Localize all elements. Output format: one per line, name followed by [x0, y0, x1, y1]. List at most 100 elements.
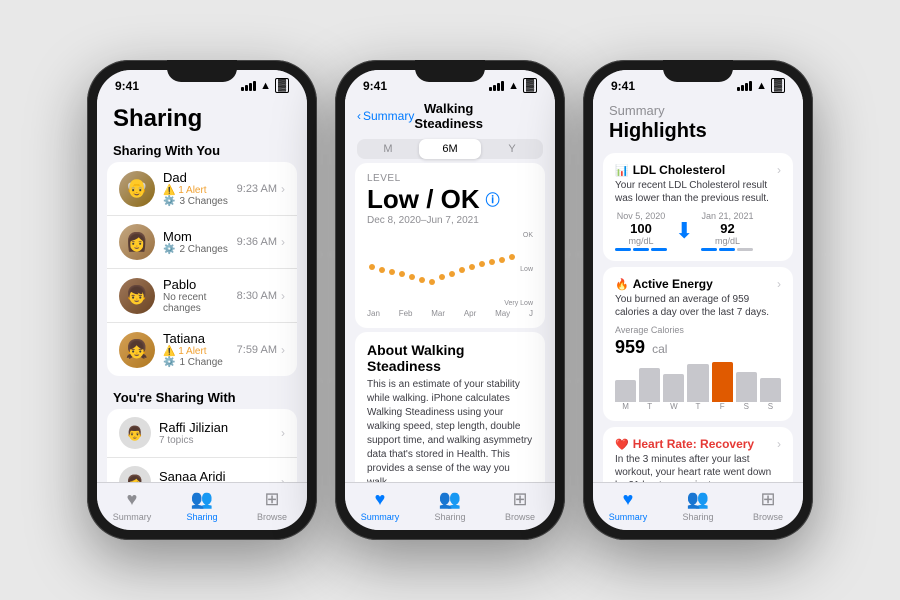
bar-s2 — [760, 378, 781, 402]
tab-sharing-2[interactable]: 👥 Sharing — [415, 489, 485, 522]
x-label-mar: Mar — [431, 309, 445, 318]
browse-tab-icon-3: ⊞ — [760, 489, 775, 510]
sharing-tab-label-2: Sharing — [434, 512, 465, 522]
contact-name-mom: Mom — [163, 229, 237, 244]
signal-bars-3 — [737, 81, 752, 91]
highlight-card-ldl[interactable]: 📊 LDL Cholesterol › Your recent LDL Chol… — [603, 153, 793, 261]
time-btn-y[interactable]: Y — [481, 139, 543, 159]
nav-title-walking: Walking Steadiness — [414, 101, 483, 131]
highlight-card-heart[interactable]: ❤️ Heart Rate: Recovery › In the 3 minut… — [603, 427, 793, 482]
sharing-tab-icon-1: 👥 — [191, 489, 213, 510]
sharing-title: Sharing — [113, 105, 291, 133]
ldl-before: Nov 5, 2020 100 mg/dL — [615, 211, 667, 251]
chevron-raffi: › — [281, 426, 285, 440]
bar-x-labels: M T W T F S S — [615, 402, 781, 411]
tab-bar-1: ♥ Summary 👥 Sharing ⊞ Browse — [97, 482, 307, 530]
chart-label-verylow: Very Low — [504, 300, 533, 307]
calories-value: 959 cal — [615, 337, 781, 358]
tab-sharing-1[interactable]: 👥 Sharing — [167, 489, 237, 522]
bar-t2 — [687, 364, 708, 402]
battery-icon-2: ▓ — [523, 78, 537, 93]
sharing-name-raffi: Raffi Jilizian — [159, 420, 228, 435]
chevron-mom: › — [281, 235, 285, 249]
tab-summary-1[interactable]: ♥ Summary — [97, 489, 167, 522]
ldl-dots-2 — [701, 248, 753, 251]
chart-label-ok: OK — [504, 232, 533, 239]
calories-label: Average Calories — [615, 325, 781, 335]
avatar-mom: 👩 — [119, 224, 155, 260]
wifi-icon-1: ▲ — [260, 80, 271, 92]
avatar-dad: 👴 — [119, 171, 155, 207]
chevron-dad: › — [281, 182, 285, 196]
highlights-title: Highlights — [609, 120, 787, 143]
sharing-tab-label-3: Sharing — [682, 512, 713, 522]
ldl-description: Your recent LDL Cholesterol result was l… — [615, 179, 781, 205]
contact-info-dad: Dad ⚠️ 1 Alert ⚙️ 3 Changes — [163, 170, 237, 207]
energy-card-header: 🔥 Active Energy › — [615, 277, 781, 291]
about-text: This is an estimate of your stability wh… — [367, 378, 533, 482]
energy-bar-chart — [615, 362, 781, 402]
contact-alert-tatiana: ⚠️ 1 Alert — [163, 346, 237, 357]
ldl-card-header: 📊 LDL Cholesterol › — [615, 163, 781, 177]
signal-bars-2 — [489, 81, 504, 91]
phone-screen-summary: 9:41 ▲ ▓ Summary Highlights — [593, 70, 803, 530]
phone2-content: ‹ Summary Walking Steadiness M 6M Y LEVE… — [345, 97, 555, 482]
summary-tab-icon-1: ♥ — [127, 489, 138, 510]
ldl-icon: 📊 — [615, 164, 629, 177]
tab-browse-3[interactable]: ⊞ Browse — [733, 489, 803, 522]
battery-icon-3: ▓ — [771, 78, 785, 93]
chart-x-labels: Jan Feb Mar Apr May J — [367, 309, 533, 318]
contact-dad[interactable]: 👴 Dad ⚠️ 1 Alert ⚙️ 3 Changes 9:23 AM — [107, 162, 297, 216]
sharing-header: Sharing — [97, 97, 307, 137]
level-label: LEVEL — [367, 173, 533, 184]
x-label-j: J — [529, 309, 533, 318]
contact-name-pablo: Pablo — [163, 277, 237, 292]
sharing-with-you-title: Sharing With You — [97, 137, 307, 162]
heart-title: ❤️ Heart Rate: Recovery — [615, 437, 754, 451]
contact-changes-dad: ⚙️ 3 Changes — [163, 196, 237, 207]
bar-label-s1: S — [736, 402, 757, 411]
tab-sharing-3[interactable]: 👥 Sharing — [663, 489, 733, 522]
phone3-content: Summary Highlights 📊 LDL Cholesterol › Y… — [593, 97, 803, 482]
contact-name-dad: Dad — [163, 170, 237, 185]
tab-summary-2[interactable]: ♥ Summary — [345, 489, 415, 522]
heart-description: In the 3 minutes after your last workout… — [615, 453, 781, 482]
contact-tatiana[interactable]: 👧 Tatiana ⚠️ 1 Alert ⚙️ 1 Change 7:59 A — [107, 323, 297, 376]
avatar-raffi: 👨 — [119, 417, 151, 449]
bar-label-w: W — [663, 402, 684, 411]
back-label-walking: Summary — [363, 109, 414, 123]
dad-alert: ⚠️ 1 Alert — [163, 185, 207, 196]
phone1-content: Sharing Sharing With You 👴 Dad ⚠️ 1 Aler… — [97, 97, 307, 482]
bar-s1 — [736, 372, 757, 402]
chart-label-low: Low — [504, 266, 533, 273]
info-icon[interactable]: ⓘ — [486, 190, 500, 210]
contact-time-pablo: 8:30 AM — [237, 290, 277, 302]
sharing-person-sanaa[interactable]: 👩 Sanaa Aridi 2 topics › — [107, 458, 297, 482]
summary-tab-icon-3: ♥ — [623, 489, 634, 510]
heart-chevron: › — [777, 437, 781, 451]
tab-browse-1[interactable]: ⊞ Browse — [237, 489, 307, 522]
bar-label-m: M — [615, 402, 636, 411]
time-btn-m[interactable]: M — [357, 139, 419, 159]
notch — [167, 60, 237, 82]
calories-unit: cal — [652, 342, 667, 356]
contact-changes-mom: ⚙️ 2 Changes — [163, 244, 237, 255]
back-chevron-icon: ‹ — [357, 109, 361, 123]
sharing-name-sanaa: Sanaa Aridi — [159, 469, 226, 482]
summary-tab-icon-2: ♥ — [375, 489, 386, 510]
about-title: About Walking Steadiness — [367, 342, 533, 374]
ldl-value-1: 100 — [615, 221, 667, 236]
phone-summary: 9:41 ▲ ▓ Summary Highlights — [583, 60, 813, 540]
tab-summary-3[interactable]: ♥ Summary — [593, 489, 663, 522]
highlight-card-energy[interactable]: 🔥 Active Energy › You burned an average … — [603, 267, 793, 421]
tab-bar-2: ♥ Summary 👥 Sharing ⊞ Browse — [345, 482, 555, 530]
heart-icon: ❤️ — [615, 438, 629, 451]
sharing-person-raffi[interactable]: 👨 Raffi Jilizian 7 topics › — [107, 409, 297, 458]
back-button-walking[interactable]: ‹ Summary — [357, 109, 414, 123]
contact-mom[interactable]: 👩 Mom ⚙️ 2 Changes 9:36 AM › — [107, 216, 297, 269]
contact-pablo[interactable]: 👦 Pablo No recent changes 8:30 AM › — [107, 269, 297, 323]
wifi-icon-2: ▲ — [508, 80, 519, 92]
time-btn-6m[interactable]: 6M — [419, 139, 481, 159]
tab-browse-2[interactable]: ⊞ Browse — [485, 489, 555, 522]
contact-info-pablo: Pablo No recent changes — [163, 277, 237, 314]
